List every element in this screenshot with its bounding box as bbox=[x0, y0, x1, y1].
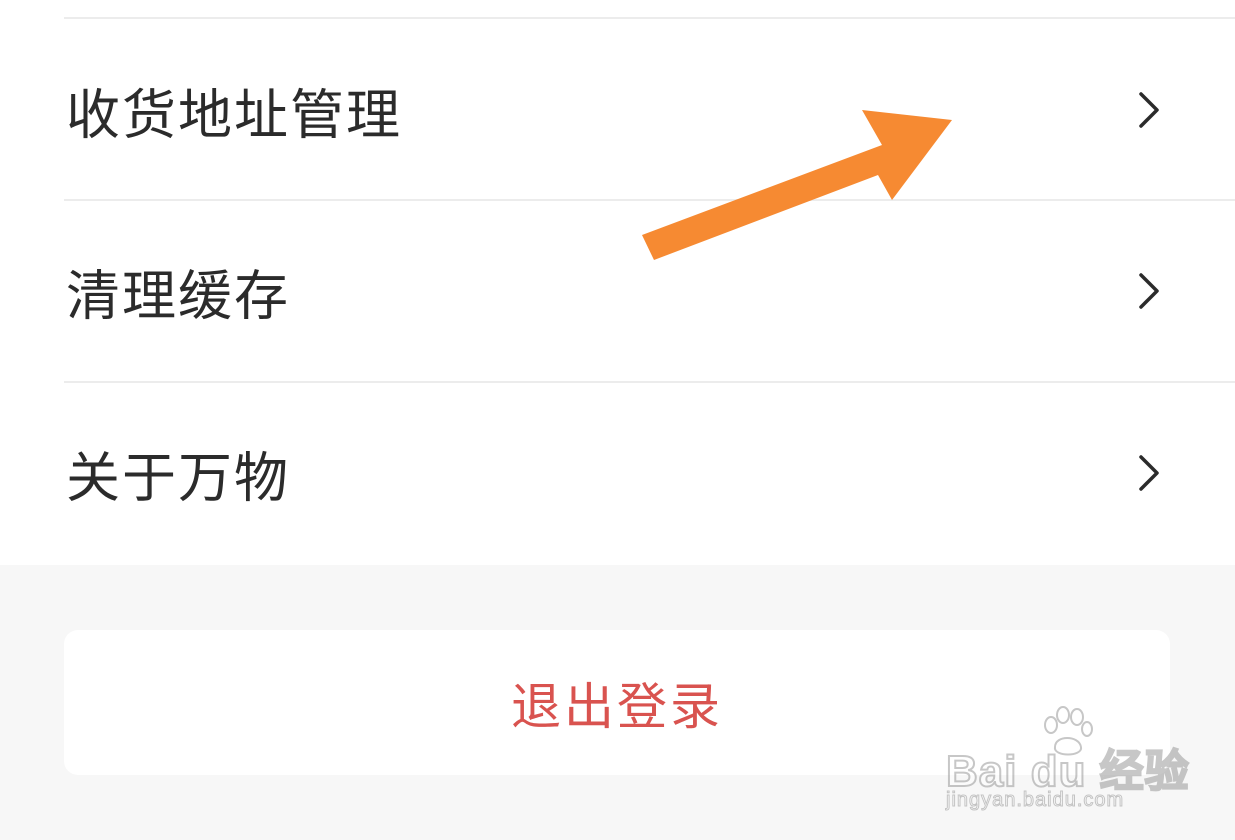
menu-item-label: 清理缓存 bbox=[66, 264, 290, 328]
pointer-arrow-icon bbox=[642, 110, 952, 260]
menu-item-clear-cache[interactable]: 清理缓存 bbox=[0, 201, 1235, 381]
chevron-right-icon bbox=[1139, 273, 1159, 309]
menu-item-address-management[interactable]: 收货地址管理 bbox=[0, 20, 1235, 200]
settings-list: 收货地址管理 清理缓存 关于万物 bbox=[0, 0, 1235, 565]
chevron-right-icon bbox=[1139, 92, 1159, 128]
chevron-right-icon bbox=[1139, 455, 1159, 491]
top-divider bbox=[64, 17, 1235, 19]
menu-item-label: 收货地址管理 bbox=[66, 83, 402, 147]
watermark-url: jingyan.baidu.com bbox=[945, 789, 1125, 812]
menu-item-about[interactable]: 关于万物 bbox=[0, 383, 1235, 563]
baidu-jingyan-watermark: Bai du 经验 jingyan.baidu.com bbox=[942, 705, 1190, 815]
menu-item-label: 关于万物 bbox=[66, 446, 290, 510]
